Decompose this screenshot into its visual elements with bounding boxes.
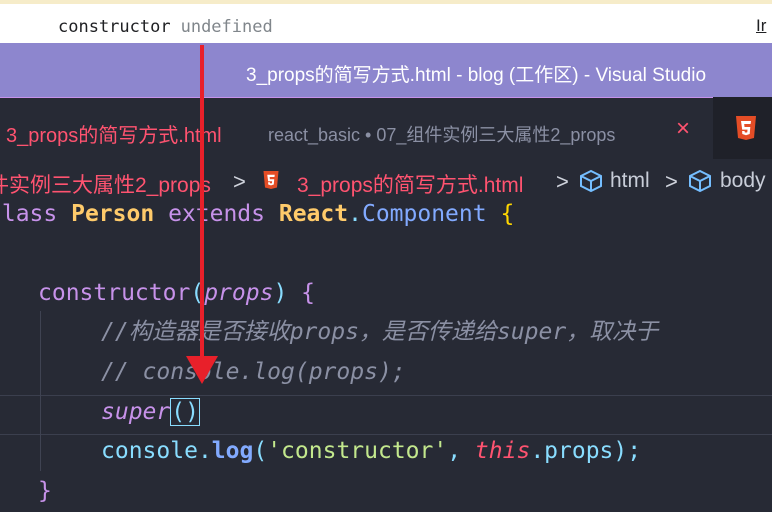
annotation-arrow: [186, 45, 218, 384]
